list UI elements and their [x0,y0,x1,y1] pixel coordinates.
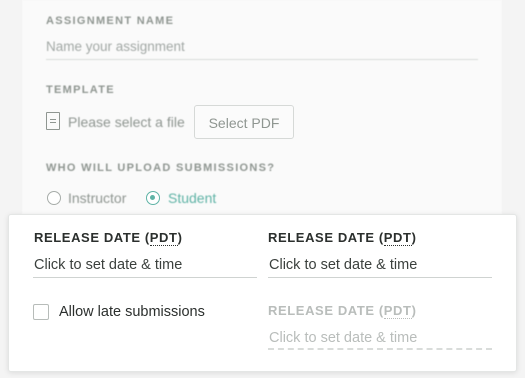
uploader-option-student-label: Student [168,190,217,206]
second-date-label: RELEASE DATE (PDT) [268,230,417,246]
release-date-input[interactable]: Click to set date & time [34,257,182,273]
allow-late-label[interactable]: Allow late submissions [59,304,205,320]
uploader-option-instructor-label: Instructor [68,190,127,206]
late-date-input[interactable]: Click to set date & time [269,330,417,346]
late-date-underline [268,348,492,350]
file-icon [46,112,60,130]
second-date-underline [268,277,492,278]
assignment-name-input[interactable]: Name your assignment [46,39,185,54]
uploaders-label: WHO WILL UPLOAD SUBMISSIONS? [46,162,276,174]
radio-student[interactable] [146,191,160,205]
release-date-label: RELEASE DATE (PDT) [34,230,183,246]
timezone-abbr: PDT [149,230,178,246]
assignment-name-underline [46,59,478,60]
template-label: TEMPLATE [46,84,115,96]
second-date-input[interactable]: Click to set date & time [269,257,417,273]
late-date-label: RELEASE DATE (PDT) [268,303,417,319]
radio-instructor[interactable] [47,191,61,205]
template-file-status: Please select a file [68,114,185,130]
release-date-underline [33,277,257,278]
select-pdf-button[interactable]: Select PDF [194,105,294,139]
assignment-name-label: ASSIGNMENT NAME [46,15,175,27]
allow-late-checkbox[interactable] [33,304,49,320]
timezone-abbr: PDT [383,230,412,246]
timezone-abbr: PDT [383,303,412,319]
